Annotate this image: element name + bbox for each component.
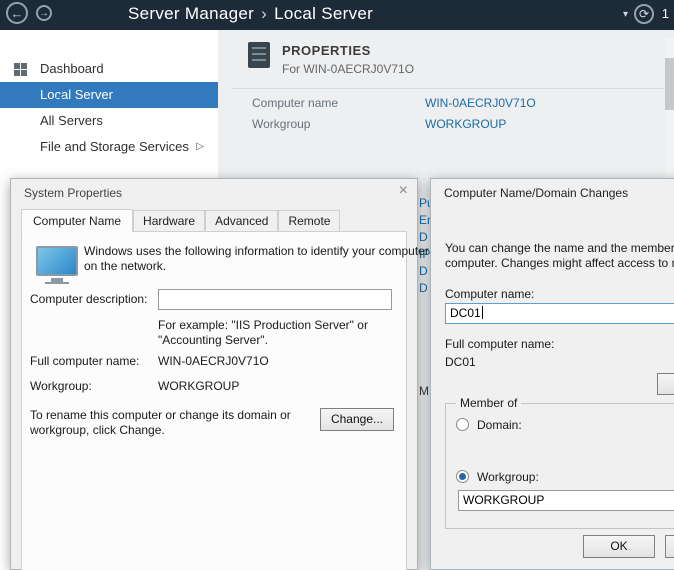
breadcrumb: Server Manager › Local Server: [128, 4, 373, 24]
computer-name-domain-changes-dialog: Computer Name/Domain Changes You can cha…: [430, 178, 674, 570]
sidebar-item-local-server[interactable]: Local Server: [0, 82, 218, 108]
workgroup-value: WORKGROUP: [158, 379, 239, 393]
full-computer-name-value: DC01: [445, 355, 476, 369]
dashboard-icon: [14, 63, 27, 76]
workgroup-input[interactable]: WORKGROUP: [458, 490, 674, 511]
refresh-icon: ⟳: [639, 7, 649, 21]
computer-description-label: Computer description:: [30, 292, 147, 306]
tab-computer-name[interactable]: Computer Name: [21, 209, 133, 233]
text-cursor: [482, 306, 483, 319]
server-manager-window: ← → Server Manager › Local Server ▾ ⟳ 1 Da…: [0, 0, 674, 570]
workgroup-radio-label: Workgroup:: [477, 470, 539, 484]
cancel-button-partial[interactable]: [665, 535, 674, 558]
divider: [232, 88, 664, 89]
properties-subheading: For WIN-0AECRJ0V71O: [282, 62, 414, 76]
sidebar-item-dashboard[interactable]: Dashboard: [0, 56, 218, 82]
forward-arrow-icon: →: [39, 8, 49, 19]
intro-text: Windows uses the following information t…: [84, 244, 429, 274]
member-of-label: Member of: [456, 396, 521, 410]
tab-remote[interactable]: Remote: [278, 210, 340, 232]
tab-strip: Computer Name Hardware Advanced Remote: [21, 209, 340, 232]
computer-name-link[interactable]: WIN-0AECRJ0V71O: [425, 96, 536, 110]
property-value-fragment: M: [419, 384, 430, 398]
more-button-partial[interactable]: [657, 373, 674, 395]
computer-name-tab-page: Windows uses the following information t…: [21, 231, 407, 570]
change-button[interactable]: Change...: [320, 408, 394, 431]
chevron-down-icon[interactable]: ▾: [623, 9, 628, 20]
domain-radio[interactable]: [456, 418, 469, 431]
scrollbar-thumb[interactable]: [665, 58, 674, 110]
member-of-group: Member of Domain: Workgroup: WORKGROUP: [445, 403, 674, 529]
notification-count[interactable]: 1: [662, 6, 669, 21]
workgroup-radio[interactable]: [456, 470, 469, 483]
computer-description-input[interactable]: [158, 289, 392, 310]
dialog-title: System Properties: [24, 186, 122, 200]
sidebar-item-label: Local Server: [40, 87, 113, 102]
ok-button[interactable]: OK: [583, 535, 655, 558]
sidebar-item-label: File and Storage Services: [40, 139, 189, 154]
workgroup-label: Workgroup: [252, 117, 310, 131]
full-computer-name-label: Full computer name:: [30, 354, 139, 368]
refresh-button[interactable]: ⟳: [634, 4, 654, 24]
sidebar-item-label: All Servers: [40, 113, 103, 128]
computer-name-label: Computer name: [252, 96, 338, 110]
property-value-fragment: D: [419, 230, 430, 244]
computer-name-label: Computer name:: [445, 287, 534, 301]
rename-hint-text: To rename this computer or change its do…: [30, 408, 291, 438]
workgroup-label: Workgroup:: [30, 379, 92, 393]
tab-hardware[interactable]: Hardware: [133, 210, 205, 232]
close-icon[interactable]: ×: [399, 182, 408, 200]
chevron-right-icon: ▷: [196, 134, 204, 160]
intro-text: You can change the name and the membersh…: [445, 241, 674, 271]
computer-monitor-icon: [36, 246, 78, 276]
back-arrow-icon: ←: [11, 6, 24, 21]
sidebar-item-label: Dashboard: [40, 61, 104, 76]
workgroup-link[interactable]: WORKGROUP: [425, 117, 506, 131]
example-text: For example: "IIS Production Server" or …: [158, 318, 368, 348]
domain-radio-label: Domain:: [477, 418, 522, 432]
system-properties-dialog: System Properties × Computer Name Hardwa…: [10, 178, 418, 570]
breadcrumb-chevron-icon: ›: [261, 4, 267, 23]
properties-heading: PROPERTIES: [282, 43, 371, 58]
forward-button[interactable]: →: [36, 5, 52, 21]
full-computer-name-label: Full computer name:: [445, 337, 554, 351]
titlebar: ← → Server Manager › Local Server ▾ ⟳ 1: [0, 0, 674, 30]
sidebar-item-all-servers[interactable]: All Servers: [0, 108, 218, 134]
property-value-fragment: D: [419, 281, 430, 295]
app-title: Server Manager: [128, 4, 254, 23]
full-computer-name-value: WIN-0AECRJ0V71O: [158, 354, 269, 368]
properties-tile-icon: [248, 42, 270, 68]
dialog-title: Computer Name/Domain Changes: [444, 186, 628, 200]
computer-name-input[interactable]: DC01: [445, 303, 674, 324]
breadcrumb-section: Local Server: [274, 4, 373, 23]
tab-advanced[interactable]: Advanced: [205, 210, 278, 232]
scrollbar-track[interactable]: [665, 38, 674, 198]
property-value-fragment: En: [419, 213, 430, 227]
back-button[interactable]: ←: [6, 2, 28, 24]
sidebar-item-file-storage[interactable]: File and Storage Services ▷: [0, 134, 218, 160]
property-value-fragment: Pu: [419, 196, 430, 210]
